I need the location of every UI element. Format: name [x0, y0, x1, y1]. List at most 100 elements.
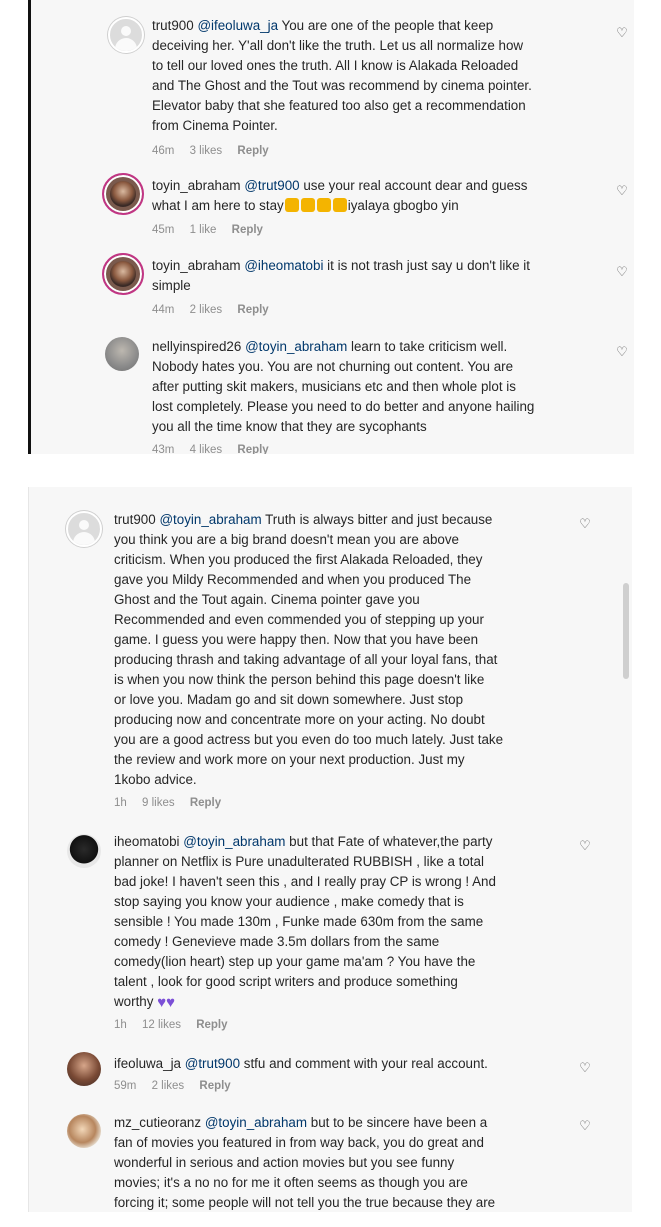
comment-username[interactable]: iheomatobi: [114, 834, 180, 849]
avatar[interactable]: [105, 337, 139, 371]
heart-outline-icon[interactable]: ♡: [578, 517, 592, 531]
reply-button[interactable]: Reply: [237, 145, 268, 157]
comment-text-line: use your real account dear and guess: [303, 178, 528, 193]
comment-body: trut900 @ifeoluwa_ja You are one of the …: [152, 16, 622, 136]
avatar-default-icon[interactable]: [66, 511, 102, 547]
comment-time: 1h: [114, 1019, 127, 1031]
comment-text-line: game. I guess you were happy then. Now t…: [114, 632, 479, 647]
comment-time: 46m: [152, 145, 175, 157]
comment-likes[interactable]: 2 likes: [190, 304, 223, 316]
comment-time: 1h: [114, 797, 127, 809]
comment-username[interactable]: trut900: [114, 512, 156, 527]
reply-button[interactable]: Reply: [190, 797, 221, 809]
comment-text-line: Recommended and even commended you of st…: [114, 612, 484, 627]
comment-likes[interactable]: 2 likes: [152, 1080, 185, 1092]
comment-text-line: Truth is always bitter and just because: [265, 512, 493, 527]
comment-time: 45m: [152, 224, 175, 236]
comment-likes[interactable]: 4 likes: [190, 444, 223, 454]
avatar[interactable]: [67, 1052, 101, 1086]
comment-text-line: comedy ! Genevieve made 3.5m dollars fro…: [114, 934, 440, 949]
reply-button[interactable]: Reply: [232, 224, 263, 236]
comment-text-line: but that Fate of whatever,the party: [289, 834, 493, 849]
comment-text-line: talent , look for good script writers an…: [114, 974, 458, 989]
comment-text-line: 1kobo advice.: [114, 772, 197, 787]
comment-mention[interactable]: @trut900: [244, 178, 299, 193]
flexed-biceps-emoji-icon: [284, 198, 299, 212]
comment-body: mz_cutieoranz @toyin_abraham but to be s…: [114, 1113, 594, 1212]
comment-body: nellyinspired26 @toyin_abraham learn to …: [152, 337, 622, 437]
purple-heart-emoji-icon: ♥: [157, 994, 167, 1011]
comment-text-line: gave you Mildy Recommended and when you …: [114, 572, 472, 587]
flexed-biceps-emoji-icon: [300, 198, 315, 212]
comment-text-line: simple: [152, 278, 191, 293]
avatar[interactable]: [67, 1114, 101, 1148]
comment-text-line: learn to take criticism well.: [350, 339, 508, 354]
comment-mention[interactable]: @ifeoluwa_ja: [197, 18, 278, 33]
comment-text-line: but to be sincere have been a: [310, 1115, 488, 1130]
comment-text-line: deceiving her. Y'all don't like the trut…: [152, 38, 524, 53]
comment-text-line: comedy(lion heart) step up your game ma'…: [114, 954, 476, 969]
heart-outline-icon[interactable]: ♡: [615, 184, 629, 198]
comment-body: iheomatobi @toyin_abraham but that Fate …: [114, 832, 594, 1013]
comment-mention[interactable]: @toyin_abraham: [245, 339, 347, 354]
comment-text-line: forcing it; some people will not tell yo…: [114, 1195, 496, 1210]
comment-time: 43m: [152, 444, 175, 454]
comments-panel-top: trut900 @ifeoluwa_ja You are one of the …: [28, 0, 634, 454]
comment-text-line: what I am here to stay: [152, 198, 284, 213]
comment-username[interactable]: mz_cutieoranz: [114, 1115, 201, 1130]
comment-mention[interactable]: @iheomatobi: [244, 258, 323, 273]
avatar-story-ring[interactable]: [102, 253, 144, 295]
comment-mention[interactable]: @toyin_abraham: [183, 834, 285, 849]
comment-text-line: is when you now think the person behind …: [114, 672, 485, 687]
comment-text-line: movies; it's a no no for me it often see…: [114, 1175, 468, 1190]
heart-outline-icon[interactable]: ♡: [578, 1119, 592, 1133]
comment-text-line: from Cinema Pointer.: [152, 118, 278, 133]
comment-body: trut900 @toyin_abraham Truth is always b…: [114, 510, 594, 790]
comment-text-line: and The Ghost and the Tout was recommend…: [152, 78, 532, 93]
comment-text-line: wonderful in serious and action movies b…: [114, 1155, 455, 1170]
comment-text-line: iyalaya gbogbo yin: [347, 198, 459, 213]
reply-button[interactable]: Reply: [196, 1019, 227, 1031]
comment-meta: 45m 1 like Reply: [152, 224, 275, 236]
comment-mention[interactable]: @toyin_abraham: [205, 1115, 307, 1130]
purple-heart-emoji-icon: ♥: [166, 994, 175, 1011]
comment-text-line: worthy: [114, 994, 154, 1009]
comment-username[interactable]: trut900: [152, 18, 194, 33]
comment-likes[interactable]: 1 like: [190, 224, 217, 236]
comment-text-line: Nobody hates you. You are not churning o…: [152, 359, 514, 374]
heart-outline-icon[interactable]: ♡: [615, 265, 629, 279]
heart-outline-icon[interactable]: ♡: [615, 345, 629, 359]
comment-likes[interactable]: 3 likes: [190, 145, 223, 157]
comment-username[interactable]: nellyinspired26: [152, 339, 241, 354]
comment-time: 59m: [114, 1080, 137, 1092]
heart-outline-icon[interactable]: ♡: [578, 839, 592, 853]
comment-text-line: or love you. Madam go and sit down somew…: [114, 692, 464, 707]
reply-button[interactable]: Reply: [199, 1080, 230, 1092]
comment-text-line: stfu and comment with your real account.: [243, 1056, 488, 1071]
comment-text-line: Ghost and the Tout again. Cinema pointer…: [114, 592, 420, 607]
reply-button[interactable]: Reply: [237, 304, 268, 316]
comment-username[interactable]: ifeoluwa_ja: [114, 1056, 181, 1071]
comment-likes[interactable]: 9 likes: [142, 797, 175, 809]
comment-text-line: you think you are a big brand doesn't me…: [114, 532, 459, 547]
heart-outline-icon[interactable]: ♡: [578, 1061, 592, 1075]
comment-mention[interactable]: @trut900: [185, 1056, 240, 1071]
comment-text-line: sensible ! You made 130m , Funke made 63…: [114, 914, 484, 929]
comment-meta: 1h 9 likes Reply: [114, 797, 233, 809]
comment-mention[interactable]: @toyin_abraham: [159, 512, 261, 527]
flexed-biceps-emoji-icon: [316, 198, 331, 212]
scrollbar-thumb[interactable]: [623, 583, 629, 679]
comment-likes[interactable]: 12 likes: [142, 1019, 181, 1031]
comment-text-line: fan of movies you featured in from way b…: [114, 1135, 484, 1150]
comment-text-line: Elevator baby that she featured too also…: [152, 98, 526, 113]
comment-username[interactable]: toyin_abraham: [152, 178, 241, 193]
comment-body: ifeoluwa_ja @trut900 stfu and comment wi…: [114, 1054, 594, 1074]
avatar-default-icon[interactable]: [108, 17, 144, 53]
avatar-story-ring[interactable]: [102, 173, 144, 215]
avatar[interactable]: [67, 834, 101, 868]
comment-username[interactable]: toyin_abraham: [152, 258, 241, 273]
reply-button[interactable]: Reply: [237, 444, 268, 454]
comment-text-line: you all the time know that they are syco…: [152, 419, 427, 434]
heart-outline-icon[interactable]: ♡: [615, 26, 629, 40]
comments-panel-bottom: trut900 @toyin_abraham Truth is always b…: [28, 487, 632, 1212]
